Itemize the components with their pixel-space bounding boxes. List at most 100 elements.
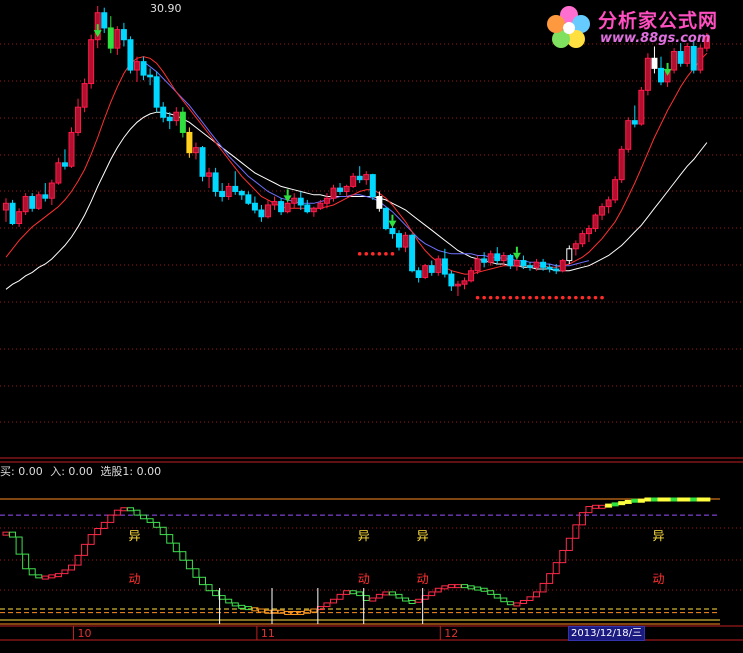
candle-body-73 (481, 258, 488, 263)
red-dot-1-77 (508, 295, 513, 300)
candle-body-34 (225, 185, 232, 198)
red-dot-1-74 (488, 295, 493, 300)
candle-body-13 (88, 39, 95, 85)
ind-step-28 (185, 559, 193, 570)
candle-body-55 (363, 174, 370, 181)
candle-body-27 (179, 111, 186, 133)
candle-body-98 (644, 57, 651, 91)
candle-body-11 (75, 106, 82, 133)
candle-body-66 (435, 258, 442, 273)
candle-body-78 (513, 260, 520, 267)
candle-body-91 (599, 206, 606, 216)
ind-step-70 (461, 584, 468, 589)
red-dot-1-80 (528, 295, 532, 300)
ind-step-49 (323, 602, 331, 608)
candle-body-37 (245, 194, 252, 204)
red-dot-1-72 (475, 295, 480, 300)
candle-body-51 (337, 187, 344, 192)
ind-step-82 (539, 582, 547, 593)
down-arrow-icon-2 (388, 220, 397, 228)
candle-body-64 (422, 265, 429, 278)
candle-body-46 (304, 204, 311, 213)
candle-body-93 (612, 179, 619, 201)
candle-body-17 (114, 29, 121, 49)
candle-body-67 (441, 258, 448, 275)
ind-step-107 (703, 497, 711, 502)
ind-step-14 (94, 528, 102, 536)
ind-step-90 (592, 504, 599, 509)
ind-step-30 (199, 576, 206, 586)
ind-step-51 (336, 593, 344, 600)
logo-url: www.88gs.com (600, 31, 711, 46)
candle-body-96 (631, 120, 638, 125)
ind-step-78 (513, 602, 521, 607)
candle-body-87 (572, 243, 579, 250)
candle-body-41 (271, 201, 278, 206)
red-dot-0-58 (384, 252, 388, 256)
ind-step-10 (68, 564, 75, 571)
candle-body-61 (402, 234, 409, 248)
candle-body-26 (173, 111, 180, 122)
ind-step-1 (9, 531, 17, 538)
ind-step-31 (205, 584, 213, 592)
high-price-label: 30.90 (150, 2, 182, 15)
ind-step-5 (35, 574, 43, 579)
candle-body-83 (546, 266, 553, 270)
ind-step-96 (631, 498, 639, 503)
candle-body-68 (448, 273, 455, 287)
ind-step-7 (48, 574, 56, 579)
ind-step-61 (402, 597, 410, 602)
candle-body-40 (265, 204, 271, 218)
dong-mark-3: 动 (652, 572, 665, 586)
ind-step-57 (375, 593, 383, 599)
red-dot-0-56 (371, 252, 375, 256)
ind-step-20 (133, 509, 141, 516)
candle-body-74 (487, 253, 494, 263)
chart-canvas (0, 6, 743, 641)
ind-step-16 (107, 514, 115, 523)
red-dot-1-78 (515, 295, 519, 300)
ind-step-67 (441, 585, 449, 590)
red-dot-1-76 (502, 295, 506, 300)
candle-body-7 (48, 182, 55, 199)
candle-body-85 (559, 260, 566, 272)
ind-step-6 (41, 575, 49, 580)
ind-step-47 (310, 608, 318, 613)
ma-line-ma_white (5, 111, 708, 290)
ind-step-8 (54, 573, 62, 578)
ind-step-4 (28, 568, 36, 576)
ind-step-104 (683, 497, 691, 502)
indicator-entry-value: 入: 0.00 (50, 465, 93, 478)
candle-body-44 (291, 197, 298, 204)
red-dot-1-79 (521, 295, 526, 300)
candle-body-52 (343, 185, 350, 192)
candle-body-31 (206, 172, 213, 177)
candle-body-95 (625, 120, 632, 150)
candle-body-71 (468, 270, 475, 282)
candle-body-9 (61, 162, 68, 167)
candle-body-38 (251, 202, 258, 211)
candle-body-45 (297, 197, 304, 206)
candle-body-53 (350, 175, 357, 187)
candle-body-57 (376, 196, 383, 209)
ind-step-36 (238, 604, 246, 609)
ind-step-81 (533, 591, 541, 598)
candle-body-54 (356, 175, 363, 181)
candle-body-3 (22, 196, 29, 213)
red-dot-1-91 (600, 295, 604, 300)
ind-step-42 (277, 609, 285, 614)
ind-step-29 (192, 568, 200, 578)
date-tick-1: 11 (260, 627, 275, 640)
site-logo: 分析家公式网 www.88gs.com (544, 3, 740, 53)
yi-mark-1: 异 (357, 529, 370, 543)
ind-step-98 (644, 497, 652, 502)
ind-step-99 (650, 497, 658, 502)
ind-step-34 (225, 598, 233, 604)
candle-body-23 (153, 76, 160, 108)
candle-body-42 (278, 201, 285, 213)
candle-body-6 (42, 194, 49, 199)
candle-body-56 (369, 174, 376, 198)
candle-body-86 (566, 248, 573, 262)
ind-step-58 (382, 591, 390, 596)
candle-body-10 (68, 131, 75, 167)
